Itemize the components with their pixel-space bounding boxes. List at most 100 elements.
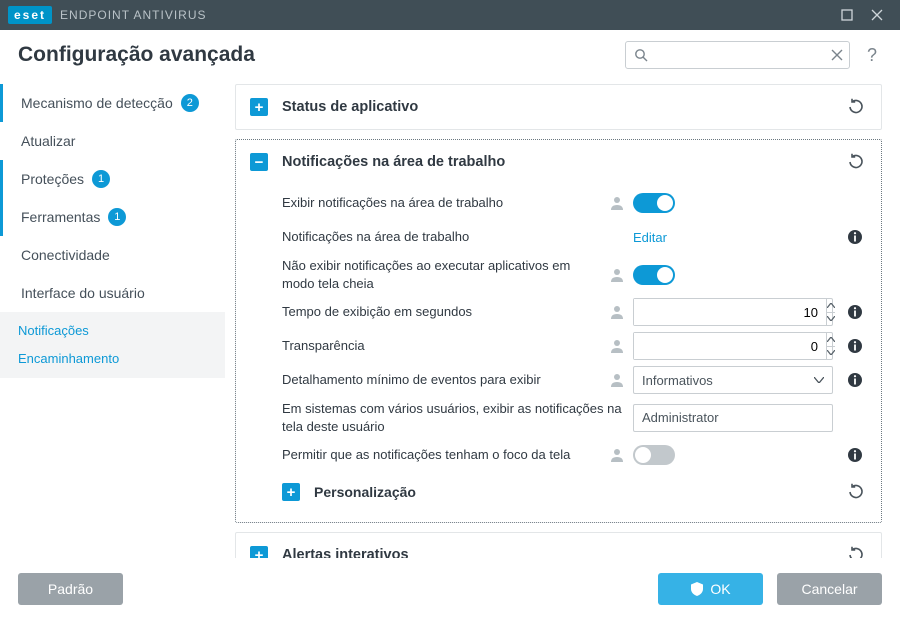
sidebar-item-tools[interactable]: Ferramentas 1 [0,198,225,236]
sidebar-subgroup: Notificações Encaminhamento [0,312,225,378]
info-icon [847,447,863,463]
info-button[interactable] [843,304,867,320]
close-icon [871,9,883,21]
panel-desktop-notifications: − Notificações na área de trabalho Exibi… [235,139,882,523]
ok-button[interactable]: OK [658,573,763,605]
window-close-button[interactable] [862,0,892,30]
user-icon [609,267,625,283]
search-icon [634,48,648,62]
info-icon [847,372,863,388]
info-button[interactable] [843,338,867,354]
content-area: + Status de aplicativo − Notificações na… [225,80,900,558]
timeout-input[interactable] [634,299,826,325]
window-maximize-button[interactable] [832,0,862,30]
revert-button[interactable] [845,151,867,173]
square-icon [841,9,853,21]
badge: 1 [92,170,110,188]
expand-icon: + [250,546,268,558]
badge: 2 [181,94,199,112]
page-title: Configuração avançada [18,43,255,67]
expand-icon: + [282,483,300,501]
sidebar-sub-notifications[interactable]: Notificações [0,316,225,344]
timeout-stepper [633,298,833,326]
info-icon [847,338,863,354]
row-label: Exibir notificações na área de trabalho [282,194,609,212]
revert-button[interactable] [845,544,867,558]
undo-icon [847,98,865,116]
info-button[interactable] [843,229,867,245]
sidebar-item-label: Proteções [21,171,84,187]
undo-icon [847,483,865,501]
sidebar-sub-forwarding[interactable]: Encaminhamento [0,344,225,372]
row-timeout: Tempo de exibição em segundos [236,295,881,329]
panel-title: Alertas interativos [282,547,845,558]
row-focus: Permitir que as notificações tenham o fo… [236,438,881,472]
cancel-button[interactable]: Cancelar [777,573,882,605]
sidebar-item-connectivity[interactable]: Conectividade [0,236,225,274]
sidebar-item-protections[interactable]: Proteções 1 [0,160,225,198]
info-button[interactable] [843,447,867,463]
revert-button[interactable] [845,96,867,118]
row-show-desktop: Exibir notificações na área de trabalho [236,186,881,220]
sidebar-item-label: Conectividade [21,247,110,263]
row-multiuser: Em sistemas com vários usuários, exibir … [236,397,881,438]
search-field-wrap [625,41,850,69]
info-icon [847,304,863,320]
row-label: Permitir que as notificações tenham o fo… [282,446,609,464]
step-up-button[interactable] [827,299,835,313]
sidebar-item-label: Atualizar [21,133,75,149]
step-down-button[interactable] [827,347,835,360]
sidebar-item-label: Ferramentas [21,209,100,225]
user-icon [609,304,625,320]
multiuser-input[interactable] [633,404,833,432]
toggle-show-desktop[interactable] [633,193,675,213]
subsection-title: Personalização [314,484,845,500]
verbosity-select[interactable]: Informativos [633,366,833,394]
panel-header-desktop-notifications[interactable]: − Notificações na área de trabalho [236,140,881,184]
row-label: Não exibir notificações ao executar apli… [282,257,609,292]
sidebar-item-detection[interactable]: Mecanismo de detecção 2 [0,84,225,122]
sidebar-item-update[interactable]: Atualizar [0,122,225,160]
step-down-button[interactable] [827,313,835,326]
row-label: Transparência [282,337,609,355]
toggle-fullscreen[interactable] [633,265,675,285]
info-icon [847,229,863,245]
default-button[interactable]: Padrão [18,573,123,605]
chevron-down-icon [827,316,835,321]
revert-button[interactable] [845,481,867,503]
panel-interactive-alerts: + Alertas interativos [235,532,882,558]
row-label: Em sistemas com vários usuários, exibir … [282,400,633,435]
titlebar: eset ENDPOINT ANTIVIRUS [0,0,900,30]
row-fullscreen: Não exibir notificações ao executar apli… [236,254,881,295]
user-icon [609,338,625,354]
step-up-button[interactable] [827,333,835,347]
chevron-down-icon [827,350,835,355]
select-value: Informativos [642,373,713,388]
user-icon [609,195,625,211]
row-label: Notificações na área de trabalho [282,228,633,246]
clear-search-button[interactable] [831,49,843,61]
search-input[interactable] [654,48,821,63]
chevron-down-icon [814,377,824,383]
footer: Padrão OK Cancelar [0,558,900,620]
info-button[interactable] [843,372,867,388]
ok-label: OK [710,581,730,597]
row-label: Tempo de exibição em segundos [282,303,609,321]
transparency-input[interactable] [634,333,826,359]
page-header: Configuração avançada ? [0,30,900,80]
row-label: Detalhamento mínimo de eventos para exib… [282,371,609,389]
panel-header-interactive[interactable]: + Alertas interativos [236,533,881,558]
edit-link[interactable]: Editar [633,230,667,245]
sidebar-item-label: Mecanismo de detecção [21,95,173,111]
sidebar-item-label: Interface do usuário [21,285,145,301]
panel-title: Status de aplicativo [282,99,845,115]
subsection-customization[interactable]: + Personalização [236,472,881,512]
help-button[interactable]: ? [862,45,882,66]
user-icon [609,447,625,463]
panel-header-status[interactable]: + Status de aplicativo [236,85,881,129]
chevron-up-icon [827,337,835,342]
toggle-focus[interactable] [633,445,675,465]
sidebar: Mecanismo de detecção 2 Atualizar Proteç… [0,80,225,558]
sidebar-item-ui[interactable]: Interface do usuário [0,274,225,312]
undo-icon [847,153,865,171]
